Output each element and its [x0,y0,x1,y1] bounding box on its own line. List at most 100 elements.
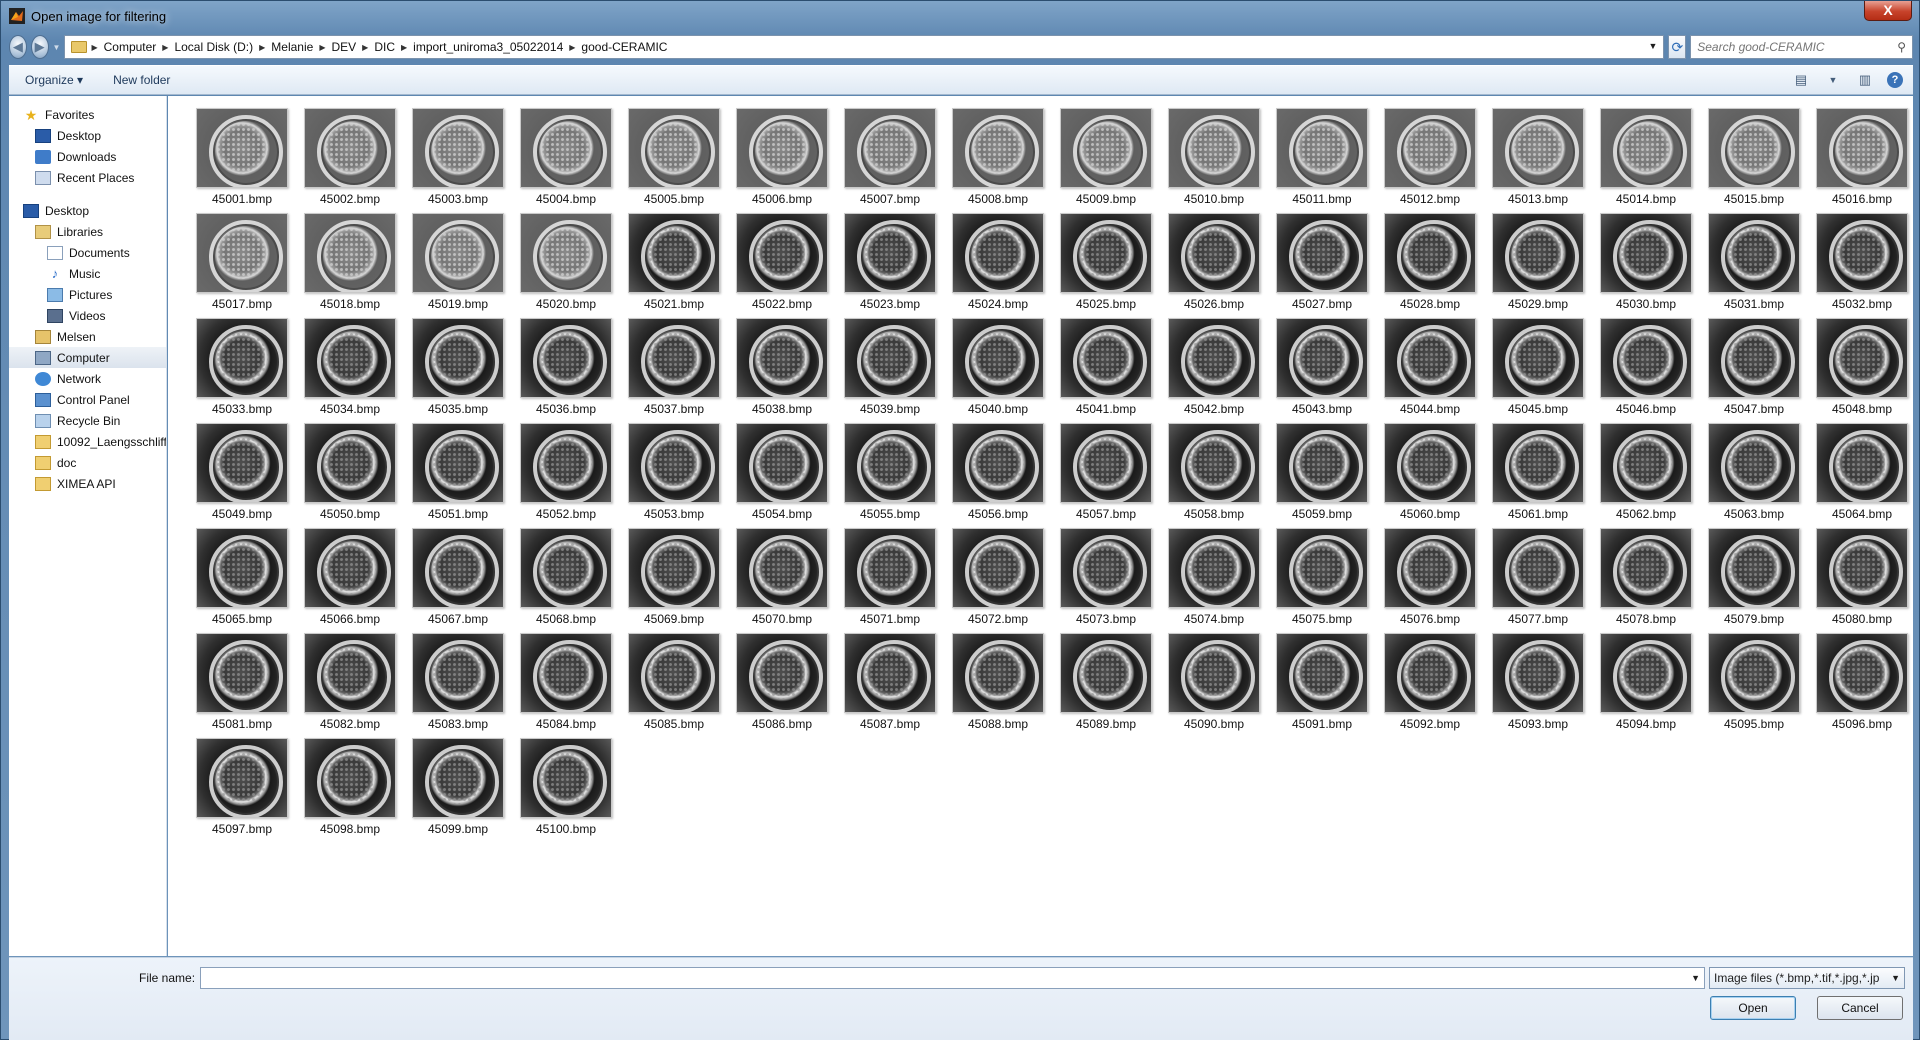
file-item[interactable]: 45067.bmp [404,526,512,631]
file-item[interactable]: 45031.bmp [1700,211,1808,316]
file-item[interactable]: 45082.bmp [296,631,404,736]
breadcrumb-item[interactable]: import_uniroma3_05022014 [407,40,569,54]
file-item[interactable]: 45059.bmp [1268,421,1376,526]
file-item[interactable]: 45037.bmp [620,316,728,421]
file-item[interactable]: 45095.bmp [1700,631,1808,736]
file-item[interactable]: 45026.bmp [1160,211,1268,316]
file-item[interactable]: 45088.bmp [944,631,1052,736]
nav-item[interactable]: doc [9,452,166,473]
file-item[interactable]: 45030.bmp [1592,211,1700,316]
refresh-button[interactable]: ⟳ [1668,35,1687,59]
file-item[interactable]: 45055.bmp [836,421,944,526]
file-item[interactable]: 45085.bmp [620,631,728,736]
file-item[interactable]: 45013.bmp [1484,106,1592,211]
file-item[interactable]: 45022.bmp [728,211,836,316]
file-item[interactable]: 45061.bmp [1484,421,1592,526]
nav-item[interactable]: ♪ Music [9,263,166,284]
recent-locations-dropdown[interactable]: ▼ [53,43,61,52]
file-item[interactable]: 45007.bmp [836,106,944,211]
file-item[interactable]: 45089.bmp [1052,631,1160,736]
file-item[interactable]: 45081.bmp [188,631,296,736]
file-item[interactable]: 45076.bmp [1376,526,1484,631]
file-item[interactable]: 45099.bmp [404,736,512,841]
file-item[interactable]: 45057.bmp [1052,421,1160,526]
file-item[interactable]: 45025.bmp [1052,211,1160,316]
file-item[interactable]: 45002.bmp [296,106,404,211]
file-item[interactable]: 45091.bmp [1268,631,1376,736]
forward-button[interactable]: ▶ [30,35,49,59]
organize-button[interactable]: Organize ▾ [25,73,83,87]
nav-item[interactable]: Recycle Bin [9,410,166,431]
file-item[interactable]: 45021.bmp [620,211,728,316]
nav-item[interactable]: Control Panel [9,389,166,410]
file-item[interactable]: 45020.bmp [512,211,620,316]
file-item[interactable]: 45100.bmp [512,736,620,841]
file-item[interactable]: 45072.bmp [944,526,1052,631]
file-item[interactable]: 45069.bmp [620,526,728,631]
file-item[interactable]: 45019.bmp [404,211,512,316]
file-item[interactable]: 45050.bmp [296,421,404,526]
file-item[interactable]: 45042.bmp [1160,316,1268,421]
new-folder-button[interactable]: New folder [113,73,170,87]
file-item[interactable]: 45001.bmp [188,106,296,211]
file-item[interactable]: 45068.bmp [512,526,620,631]
file-name-input[interactable] [201,968,1704,988]
file-item[interactable]: 45046.bmp [1592,316,1700,421]
search-icon[interactable]: ⚲ [1897,40,1906,54]
change-view-icon[interactable]: ▤ [1791,70,1811,90]
nav-item[interactable]: ★ Favorites [9,104,166,125]
file-item[interactable]: 45035.bmp [404,316,512,421]
file-item[interactable]: 45004.bmp [512,106,620,211]
file-item[interactable]: 45010.bmp [1160,106,1268,211]
close-button[interactable]: X [1864,1,1912,21]
file-item[interactable]: 45008.bmp [944,106,1052,211]
open-button[interactable]: Open [1710,996,1796,1020]
breadcrumb-item[interactable]: Melanie [265,40,319,54]
breadcrumb-item[interactable]: Computer [98,40,163,54]
file-item[interactable]: 45098.bmp [296,736,404,841]
file-item[interactable]: 45045.bmp [1484,316,1592,421]
preview-pane-icon[interactable]: ▥ [1855,70,1875,90]
file-item[interactable]: 45017.bmp [188,211,296,316]
file-item[interactable]: 45070.bmp [728,526,836,631]
file-item[interactable]: 45027.bmp [1268,211,1376,316]
file-item[interactable]: 45056.bmp [944,421,1052,526]
file-item[interactable]: 45071.bmp [836,526,944,631]
chevron-down-icon[interactable]: ▼ [1891,973,1900,983]
file-item[interactable]: 45048.bmp [1808,316,1913,421]
breadcrumb[interactable]: ▶ Computer ▶ Local Disk (D:) ▶ Melanie ▶ DEV ▶ D… [64,35,1665,59]
file-item[interactable]: 45047.bmp [1700,316,1808,421]
file-item[interactable]: 45062.bmp [1592,421,1700,526]
file-item[interactable]: 45052.bmp [512,421,620,526]
file-item[interactable]: 45033.bmp [188,316,296,421]
file-item[interactable]: 45039.bmp [836,316,944,421]
file-item[interactable]: 45094.bmp [1592,631,1700,736]
file-item[interactable]: 45014.bmp [1592,106,1700,211]
nav-item[interactable]: Computer [9,347,166,368]
file-item[interactable]: 45044.bmp [1376,316,1484,421]
nav-item[interactable]: Documents [9,242,166,263]
cancel-button[interactable]: Cancel [1817,996,1903,1020]
file-item[interactable]: 45029.bmp [1484,211,1592,316]
file-item[interactable]: 45024.bmp [944,211,1052,316]
chevron-down-icon[interactable]: ▼ [1691,973,1700,983]
file-item[interactable]: 45080.bmp [1808,526,1913,631]
file-name-combo[interactable]: ▼ [200,967,1705,989]
file-item[interactable]: 45038.bmp [728,316,836,421]
file-item[interactable]: 45049.bmp [188,421,296,526]
nav-item[interactable]: Pictures [9,284,166,305]
file-item[interactable]: 45096.bmp [1808,631,1913,736]
file-item[interactable]: 45064.bmp [1808,421,1913,526]
file-item[interactable]: 45023.bmp [836,211,944,316]
back-button[interactable]: ◀ [9,35,27,59]
breadcrumb-item[interactable]: DEV [325,40,362,54]
file-item[interactable]: 45073.bmp [1052,526,1160,631]
search-input[interactable] [1697,40,1898,54]
file-item[interactable]: 45009.bmp [1052,106,1160,211]
file-item[interactable]: 45043.bmp [1268,316,1376,421]
nav-item[interactable]: Videos [9,305,166,326]
chevron-down-icon[interactable]: ▼ [1649,41,1658,51]
file-type-filter-select[interactable]: Image files (*.bmp,*.tif,*.jpg,*.jp ▼ [1709,967,1905,989]
file-item[interactable]: 45075.bmp [1268,526,1376,631]
file-item[interactable]: 45011.bmp [1268,106,1376,211]
